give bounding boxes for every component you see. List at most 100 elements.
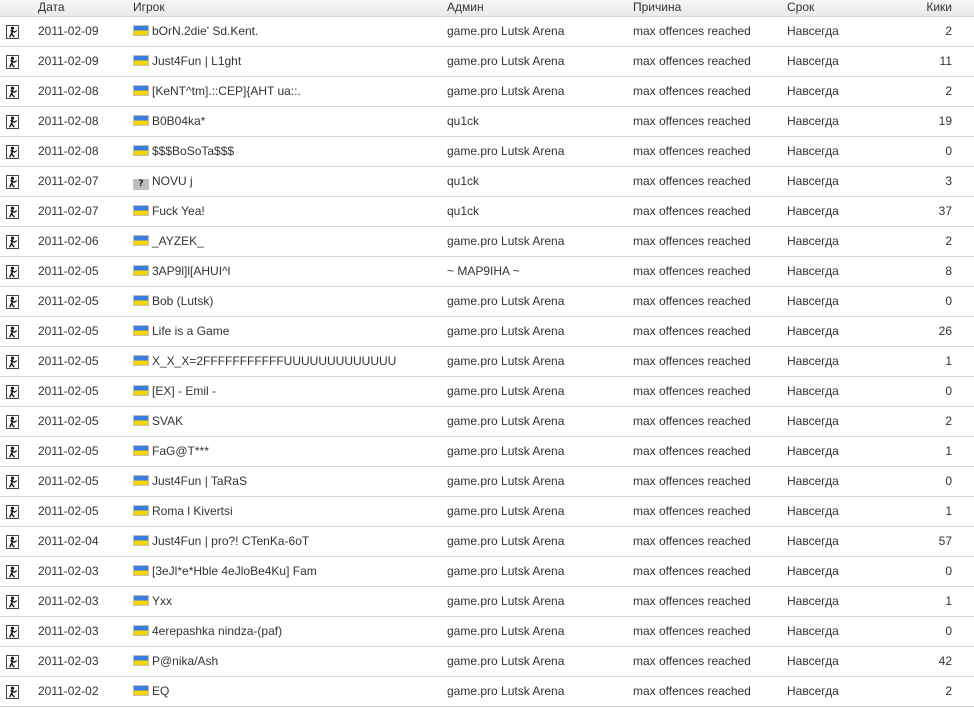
reason-cell: max offences reached — [633, 504, 751, 518]
player-cell: P@nika/Ash — [133, 647, 447, 677]
player-name[interactable]: EQ — [152, 684, 169, 698]
game-icon-cell — [0, 377, 38, 407]
table-row[interactable]: 2011-02-05 Roma l Kivertsi game.pro Lutsk … — [0, 497, 974, 527]
table-row[interactable]: 2011-02-06 _AYZEK_ game.pro Lutsk Arena max… — [0, 226, 974, 257]
player-cell: Just4Fun | L1ght — [133, 47, 447, 77]
player-name[interactable]: NOVU j — [152, 174, 193, 188]
term-cell: Навсегда — [787, 354, 839, 368]
table-row[interactable]: 2011-02-03 P@nika/Ash game.pro Lutsk Arena… — [0, 646, 974, 677]
table-row[interactable]: 2011-02-05 SVAK game.pro Lutsk Arena max of… — [0, 406, 974, 437]
admin-cell: game.pro Lutsk Arena — [447, 684, 565, 698]
kicks-cell: 11 — [939, 54, 952, 68]
term-cell: Навсегда — [787, 234, 839, 248]
admin-cell: game.pro Lutsk Arena — [447, 24, 565, 38]
table-row[interactable]: 2011-02-02 EQ game.pro Lutsk Arena max offe… — [0, 677, 974, 707]
header-kicks[interactable]: Кики — [907, 0, 974, 17]
player-cell: Fuck Yea! — [133, 197, 447, 227]
player-name[interactable]: Bob (Lutsk) — [152, 294, 213, 308]
table-row[interactable]: 2011-02-08 B0B04ka* qu1ck max offences reac… — [0, 106, 974, 137]
player-name[interactable]: X_X_X=2FFFFFFFFFFFUUUUUUUUUUUUU — [152, 354, 396, 368]
player-cell: bOrN.2die' Sd.Kent. — [133, 17, 447, 47]
term-cell: Навсегда — [787, 324, 839, 338]
table-row[interactable]: 2011-02-05 FaG@T*** game.pro Lutsk Arena ma… — [0, 437, 974, 467]
counter-strike-icon — [6, 564, 19, 579]
reason-cell: max offences reached — [633, 444, 751, 458]
player-name[interactable]: Yxx — [152, 594, 172, 608]
header-player[interactable]: Игрок — [133, 0, 447, 17]
kicks-cell: 2 — [945, 414, 952, 428]
flag-ukraine-icon — [133, 295, 149, 306]
header-icon-column — [0, 0, 38, 17]
counter-strike-icon — [6, 114, 19, 129]
player-name[interactable]: 3AP9l]l[AHUI^l — [152, 264, 230, 278]
term-cell: Навсегда — [787, 504, 839, 518]
header-term[interactable]: Срок — [787, 0, 907, 17]
player-name[interactable]: Roma l Kivertsi — [152, 504, 233, 518]
flag-ukraine-icon — [133, 325, 149, 336]
player-name[interactable]: [3eJl*e*Hble 4eJloBe4Ku] Fam — [152, 564, 317, 578]
date-cell: 2011-02-03 — [38, 624, 99, 638]
table-row[interactable]: 2011-02-05 3AP9l]l[AHUI^l ~ MAP9IHA ~ max o… — [0, 257, 974, 287]
player-name[interactable]: Fuck Yea! — [152, 204, 205, 218]
player-name[interactable]: Just4Fun | pro?! CTenKa-6oT — [152, 534, 309, 548]
date-cell: 2011-02-02 — [38, 684, 99, 698]
game-icon-cell — [0, 167, 38, 197]
player-name[interactable]: _AYZEK_ — [152, 234, 204, 248]
admin-cell: game.pro Lutsk Arena — [447, 234, 565, 248]
player-name[interactable]: [KeNT^tm].::CEP]{AHT ua::. — [152, 84, 301, 98]
table-row[interactable]: 2011-02-07? NOVU j qu1ck max offences reach… — [0, 166, 974, 197]
table-row[interactable]: 2011-02-05 X_X_X=2FFFFFFFFFFFUUUUUUUUUUUU… — [0, 346, 974, 377]
table-row[interactable]: 2011-02-04 Just4Fun | pro?! CTenKa-6oT gam… — [0, 526, 974, 557]
counter-strike-icon — [6, 324, 19, 339]
player-name[interactable]: FaG@T*** — [152, 444, 209, 458]
kicks-cell: 1 — [945, 354, 952, 368]
player-name[interactable]: B0B04ka* — [152, 114, 205, 128]
reason-cell: max offences reached — [633, 144, 751, 158]
player-name[interactable]: P@nika/Ash — [152, 654, 218, 668]
player-name[interactable]: SVAK — [152, 414, 183, 428]
table-row[interactable]: 2011-02-05 Life is a Game game.pro Lutsk A… — [0, 317, 974, 347]
player-cell: [3eJl*e*Hble 4eJloBe4Ku] Fam — [133, 557, 447, 587]
table-row[interactable]: 2011-02-03 [3eJl*e*Hble 4eJloBe4Ku] Fam ga… — [0, 557, 974, 587]
player-name[interactable]: $$$BoSoTa$$$ — [152, 144, 234, 158]
date-cell: 2011-02-05 — [38, 444, 99, 458]
player-name[interactable]: bOrN.2die' Sd.Kent. — [152, 24, 258, 38]
table-row[interactable]: 2011-02-09 bOrN.2die' Sd.Kent. game.pro Lu… — [0, 17, 974, 47]
flag-ukraine-icon — [133, 265, 149, 276]
player-name[interactable]: Just4Fun | L1ght — [152, 54, 241, 68]
game-icon-cell — [0, 227, 38, 257]
table-row[interactable]: 2011-02-08 [KeNT^tm].::CEP]{AHT ua::. game… — [0, 77, 974, 107]
term-cell: Навсегда — [787, 174, 839, 188]
term-cell: Навсегда — [787, 684, 839, 698]
header-date[interactable]: Дата — [38, 0, 133, 17]
player-cell: FaG@T*** — [133, 437, 447, 467]
game-icon-cell — [0, 137, 38, 167]
flag-ukraine-icon — [133, 235, 149, 246]
table-row[interactable]: 2011-02-03 Yxx game.pro Lutsk Arena max off… — [0, 586, 974, 617]
player-cell: Just4Fun | TaRaS — [133, 467, 447, 497]
counter-strike-icon — [6, 624, 19, 639]
kicks-cell: 2 — [945, 684, 952, 698]
table-row[interactable]: 2011-02-05 [EX] - Emil - game.pro Lutsk Ar… — [0, 377, 974, 407]
game-icon-cell — [0, 587, 38, 617]
header-reason[interactable]: Причина — [633, 0, 787, 17]
table-row[interactable]: 2011-02-03 4erepashka nindza-(paf) game.pr… — [0, 617, 974, 647]
header-admin[interactable]: Админ — [447, 0, 633, 17]
table-row[interactable]: 2011-02-08 $$$BoSoTa$$$ game.pro Lutsk Are… — [0, 137, 974, 167]
kicks-cell: 1 — [945, 594, 952, 608]
date-cell: 2011-02-09 — [38, 54, 99, 68]
table-row[interactable]: 2011-02-07 Fuck Yea! qu1ck max offences rea… — [0, 197, 974, 227]
counter-strike-icon — [6, 654, 19, 669]
counter-strike-icon — [6, 24, 19, 39]
player-name[interactable]: Just4Fun | TaRaS — [152, 474, 247, 488]
player-cell: EQ — [133, 677, 447, 707]
player-name[interactable]: 4erepashka nindza-(paf) — [152, 624, 282, 638]
term-cell: Навсегда — [787, 144, 839, 158]
player-name[interactable]: [EX] - Emil - — [152, 384, 216, 398]
flag-ukraine-icon — [133, 595, 149, 606]
table-row[interactable]: 2011-02-05 Just4Fun | TaRaS game.pro Lutsk… — [0, 466, 974, 497]
counter-strike-icon — [6, 144, 19, 159]
table-row[interactable]: 2011-02-05 Bob (Lutsk) game.pro Lutsk Aren… — [0, 286, 974, 317]
table-row[interactable]: 2011-02-09 Just4Fun | L1ght game.pro Lutsk… — [0, 46, 974, 77]
player-name[interactable]: Life is a Game — [152, 324, 229, 338]
